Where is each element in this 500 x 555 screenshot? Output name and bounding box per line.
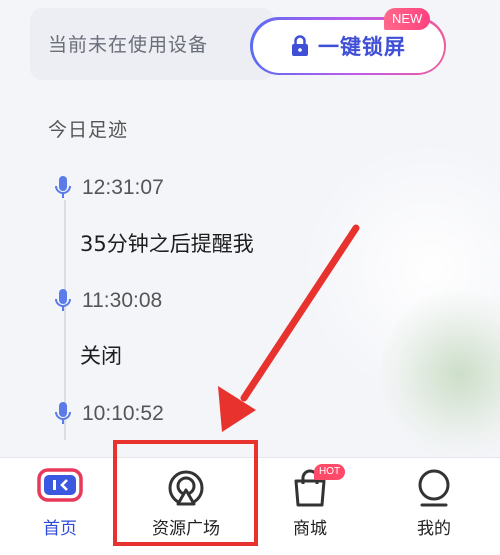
home-icon — [37, 468, 83, 502]
nav-label-home: 首页 — [43, 519, 77, 539]
hot-badge: HOT — [314, 464, 346, 480]
nav-label-mine: 我的 — [417, 519, 451, 539]
nav-item-mine[interactable]: 我的 — [374, 458, 494, 555]
nav-item-home[interactable]: 首页 — [0, 458, 120, 555]
nav-item-mall[interactable]: 商城 — [250, 458, 370, 555]
profile-icon — [418, 469, 450, 507]
nav-label-mall: 商城 — [293, 519, 327, 539]
annotation-highlight-box — [113, 440, 258, 546]
app-screen: 当前未在使用设备 一键锁屏 NEW 今日足迹 12:31:07 35分钟之后提醒… — [0, 0, 500, 555]
